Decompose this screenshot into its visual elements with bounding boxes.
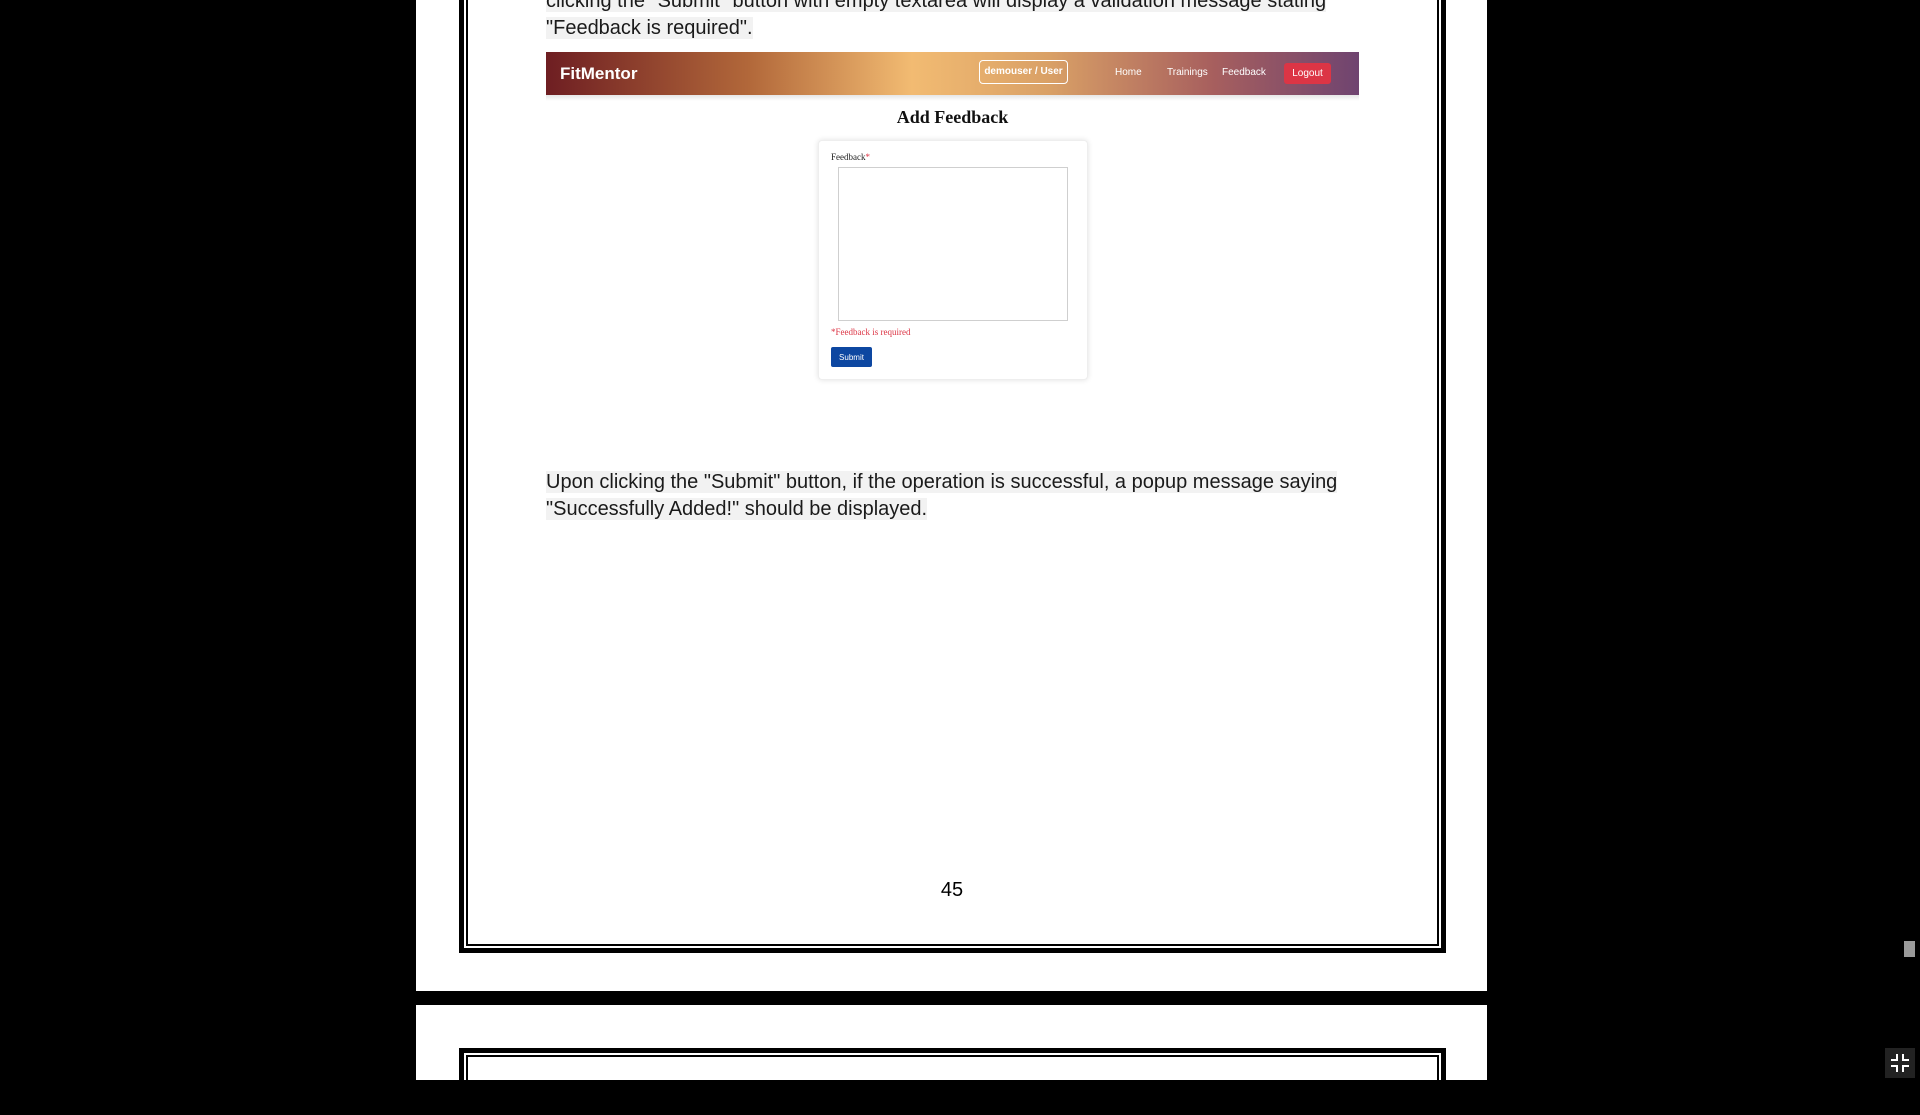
page-number: 45 xyxy=(940,879,964,901)
paragraph-top: clicking the "Submit" button with empty … xyxy=(546,0,1346,42)
navbar-shadow xyxy=(546,95,1359,101)
embedded-screenshot: FitMentor demouser / User Home Trainings… xyxy=(546,52,1359,412)
paragraph-top-line2: "Feedback is required". xyxy=(546,17,753,39)
paragraph-body: Upon clicking the "Submit" button, if th… xyxy=(546,469,1346,523)
next-page-border-inner xyxy=(466,1055,1439,1115)
submit-button[interactable]: Submit xyxy=(831,347,872,367)
feedback-form-card: Feedback* *Feedback is required Submit xyxy=(818,140,1088,380)
nav-link-trainings[interactable]: Trainings xyxy=(1167,67,1208,78)
form-title: Add Feedback xyxy=(896,107,1009,127)
required-mark: * xyxy=(865,152,870,162)
scrollbar-thumb[interactable] xyxy=(1904,941,1915,957)
exit-fullscreen-icon xyxy=(1885,1048,1915,1078)
validation-error-message: *Feedback is required xyxy=(831,327,911,337)
user-badge: demouser / User xyxy=(979,60,1068,84)
paragraph-body-line1: Upon clicking the "Submit" button, if th… xyxy=(546,471,1338,493)
logout-button[interactable]: Logout xyxy=(1284,63,1331,84)
app-navbar: FitMentor demouser / User Home Trainings… xyxy=(546,52,1359,95)
nav-link-feedback[interactable]: Feedback xyxy=(1222,67,1266,78)
paragraph-body-line2: "Successfully Added!" should be displaye… xyxy=(546,498,928,520)
nav-link-home[interactable]: Home xyxy=(1115,67,1142,78)
app-brand: FitMentor xyxy=(560,64,638,83)
feedback-textarea[interactable] xyxy=(838,167,1068,321)
feedback-label: Feedback* xyxy=(831,152,870,162)
exit-fullscreen-button[interactable] xyxy=(1885,1048,1915,1078)
paragraph-top-line1: clicking the "Submit" button with empty … xyxy=(546,0,1327,12)
feedback-label-text: Feedback xyxy=(831,152,866,162)
